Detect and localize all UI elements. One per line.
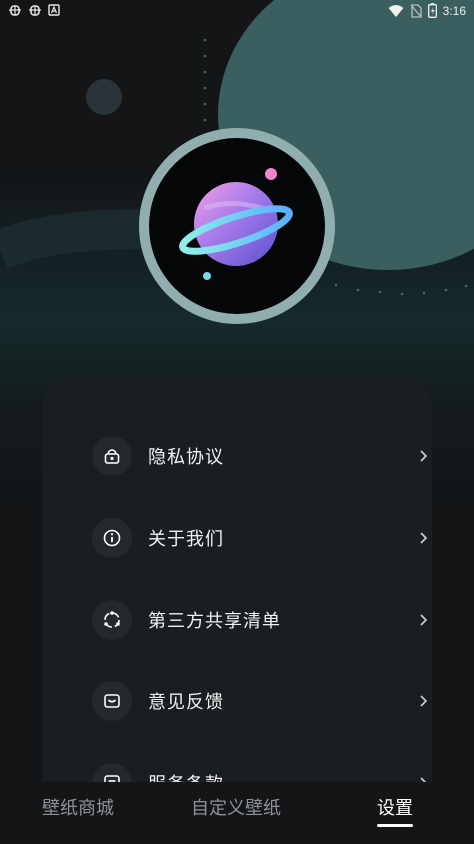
tab-settings[interactable]: 设置 [377, 794, 413, 820]
chevron-right-icon [420, 695, 428, 707]
battery-icon [427, 3, 437, 18]
menu-item-label: 隐私协议 [148, 447, 224, 468]
tab-wallpaper-store[interactable]: 壁纸商城 [42, 794, 114, 820]
planet-icon [179, 168, 293, 280]
lock-icon [92, 436, 132, 476]
settings-screen: 3:16 隐私协议 关于我们 第三方共享清单 意见反馈 壁纸商城 自定义壁纸 设… [0, 0, 474, 844]
menu-item-label: 第三方共享清单 [148, 611, 281, 632]
settings-card: 隐私协议 关于我们 第三方共享清单 意见反馈 [42, 376, 432, 844]
tab-custom-wallpaper[interactable]: 自定义壁纸 [191, 794, 281, 820]
menu-item-feedback[interactable]: 意见反馈 [92, 679, 428, 723]
status-bar: 3:16 [0, 0, 474, 22]
feedback-icon [92, 681, 132, 721]
menu-item-privacy[interactable]: 隐私协议 [92, 434, 428, 478]
chevron-right-icon [420, 450, 428, 462]
info-icon [92, 518, 132, 558]
active-tab-indicator [377, 824, 413, 827]
menu-item-label: 关于我们 [148, 529, 224, 550]
no-sim-icon [410, 3, 422, 18]
bug-icon [29, 5, 41, 16]
share-circle-icon [92, 600, 132, 640]
menu-item-about[interactable]: 关于我们 [92, 516, 428, 560]
bug-icon [9, 5, 21, 16]
menu-item-third-party[interactable]: 第三方共享清单 [92, 598, 428, 642]
menu-item-label: 意见反馈 [148, 692, 224, 713]
wifi-icon [388, 4, 404, 17]
chevron-right-icon [420, 532, 428, 544]
status-time: 3:16 [442, 3, 466, 18]
bottom-nav: 壁纸商城 自定义壁纸 设置 [0, 782, 474, 844]
a-icon [48, 4, 60, 16]
chevron-right-icon [420, 614, 428, 626]
